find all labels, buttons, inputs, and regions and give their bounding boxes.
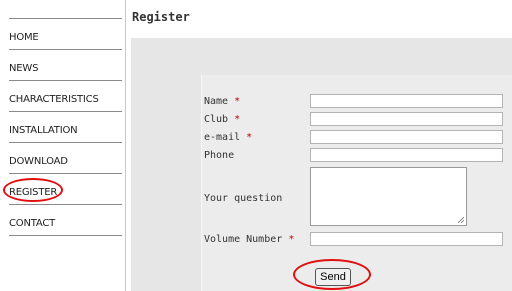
nav-divider xyxy=(9,235,122,236)
nav-divider xyxy=(9,142,122,143)
nav-separator xyxy=(125,0,126,291)
email-label: e-mail * xyxy=(204,132,253,143)
nav-item-installation[interactable]: INSTALLATION xyxy=(9,125,78,136)
nav-item-contact[interactable]: CONTACT xyxy=(9,218,55,229)
name-input[interactable] xyxy=(310,94,503,108)
phone-input[interactable] xyxy=(310,148,503,162)
nav-item-download[interactable]: DOWNLOAD xyxy=(9,156,68,167)
club-input[interactable] xyxy=(310,112,503,126)
resize-grip-icon[interactable] xyxy=(458,217,464,223)
register-highlight-circle xyxy=(3,178,63,202)
nav-item-home[interactable]: HOME xyxy=(9,32,39,43)
nav-divider xyxy=(9,18,122,19)
sidebar-nav: HOME NEWS CHARACTERISTICS INSTALLATION D… xyxy=(0,0,125,291)
nav-divider xyxy=(9,49,122,50)
nav-item-news[interactable]: NEWS xyxy=(9,63,38,74)
volume-number-input[interactable] xyxy=(310,232,503,246)
question-textarea[interactable] xyxy=(310,167,467,226)
required-marker: * xyxy=(234,114,241,125)
page-title: Register xyxy=(132,10,190,24)
required-marker: * xyxy=(246,132,253,143)
required-marker: * xyxy=(288,234,295,245)
email-input[interactable] xyxy=(310,130,503,144)
phone-label: Phone xyxy=(204,150,235,161)
send-highlight-circle xyxy=(293,259,371,290)
nav-divider xyxy=(9,80,122,81)
question-label: Your question xyxy=(204,193,283,204)
nav-divider xyxy=(9,111,122,112)
club-label: Club * xyxy=(204,114,241,125)
nav-divider xyxy=(9,173,122,174)
name-label: Name * xyxy=(204,96,241,107)
nav-divider xyxy=(9,204,122,205)
nav-item-characteristics[interactable]: CHARACTERISTICS xyxy=(9,94,99,105)
required-marker: * xyxy=(234,96,241,107)
volume-number-label: Volume Number * xyxy=(204,234,295,245)
